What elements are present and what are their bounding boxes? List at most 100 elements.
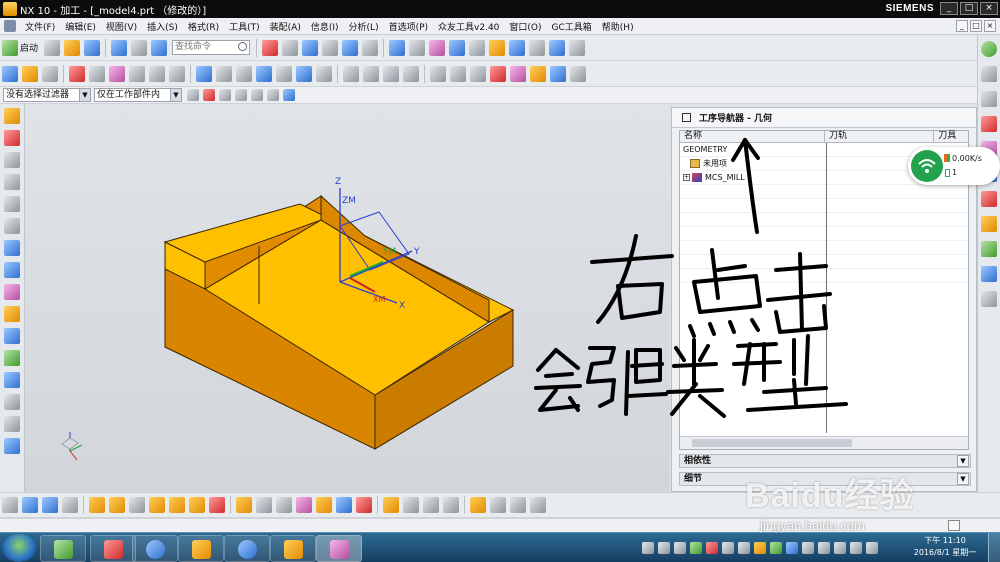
pan-icon[interactable] [282,39,299,56]
doc-close-button[interactable]: × [984,20,996,32]
taskbar-app-orange[interactable] [270,535,316,562]
delete-toolpath-icon[interactable] [149,65,165,82]
measure-angle-icon[interactable] [510,497,526,513]
operation-navigator-icon[interactable] [4,130,20,146]
selection-filter-icon[interactable] [2,497,18,513]
feature-navigator-icon[interactable] [981,191,997,207]
manufacturing-wizard-icon[interactable] [4,306,20,322]
tray-icon[interactable] [834,542,846,554]
assembly-navigator-icon[interactable] [4,152,20,168]
view-list-icon[interactable] [62,497,78,513]
revolve-icon[interactable] [209,497,225,513]
show-hide-icon[interactable] [469,39,486,56]
object-display-icon[interactable] [409,39,426,56]
column-toolpath[interactable]: 刀轨 [825,131,935,142]
pattern-icon[interactable] [336,497,352,513]
curve-icon[interactable] [149,497,165,513]
chevron-down-icon[interactable]: ▼ [957,455,969,467]
roles-icon[interactable] [4,240,20,256]
doc-minimize-button[interactable]: _ [956,20,968,32]
create-geometry-icon[interactable] [529,39,546,56]
verify-toolpath-icon[interactable] [109,65,125,82]
tray-icon[interactable] [642,542,654,554]
expand-icon[interactable]: + [683,174,690,181]
tray-icon[interactable] [722,542,734,554]
create-tool-icon[interactable] [509,39,526,56]
menu-view[interactable]: 视图(V) [101,20,142,33]
start-button-icon[interactable] [2,534,36,562]
add-point-icon[interactable] [129,497,145,513]
reuse-library-icon[interactable] [4,196,20,212]
generate-toolpath-icon[interactable] [69,65,85,82]
operation-navigator-tab-icon[interactable] [981,116,997,132]
layer-icon[interactable] [342,39,359,56]
menu-insert[interactable]: 插入(S) [142,20,183,33]
details-panel[interactable]: 细节 ▼ [679,472,971,486]
boolean-icon[interactable] [256,497,272,513]
edit-section-icon[interactable] [322,39,339,56]
resource-bar-badge-icon[interactable] [981,41,997,57]
network-speed-widget[interactable]: 0.00K/s 1 [908,147,1000,185]
taskbar-app-nx-launcher[interactable] [90,535,136,562]
sew-icon[interactable] [443,497,459,513]
extrude-icon[interactable] [189,497,205,513]
part-view-icon[interactable] [570,65,586,82]
doc-restore-button[interactable]: □ [970,20,982,32]
open-folder-icon[interactable] [64,39,81,56]
menu-info[interactable]: 信息(I) [306,20,344,33]
tray-icon[interactable] [658,542,670,554]
menu-assembly[interactable]: 装配(A) [265,20,306,33]
move-face-icon[interactable] [383,497,399,513]
save-icon[interactable] [84,39,101,56]
taskbar-clock[interactable]: 下午 11:10 2016/8/1 星期一 [912,535,978,559]
machine-tool-view-icon[interactable] [276,65,292,82]
transform-icon[interactable] [430,65,446,82]
chamfer-icon[interactable] [296,497,312,513]
general-selection-icon[interactable] [187,89,199,101]
mill-feature-icon[interactable] [510,65,526,82]
output-cls-icon[interactable] [236,65,252,82]
wave-link-icon[interactable] [470,497,486,513]
sidebar-icon[interactable] [4,438,20,454]
undo-icon[interactable] [111,39,128,56]
start-button-label[interactable]: 启动 [20,41,38,54]
create-method-icon[interactable] [549,39,566,56]
system-materials-icon[interactable] [4,262,20,278]
search-input[interactable]: 查找命令 [172,40,251,55]
process-studio-icon[interactable] [4,284,20,300]
column-tool[interactable]: 刀具 [934,131,968,142]
mirror-icon[interactable] [356,497,372,513]
replay-toolpath-icon[interactable] [89,65,105,82]
expression-icon[interactable] [530,497,546,513]
point-snap-icon[interactable] [267,89,279,101]
redo-icon[interactable] [131,39,148,56]
simulate-icon[interactable] [129,65,145,82]
replace-face-icon[interactable] [423,497,439,513]
menu-edit[interactable]: 编辑(E) [60,20,101,33]
type-filter-select[interactable]: 没有选择过滤器 ▼ [3,88,91,102]
graphics-window[interactable]: Z ZM YM Y XM X [25,104,670,492]
active-view-icon[interactable] [42,497,58,513]
check-icon[interactable] [550,65,566,82]
menu-window[interactable]: 窗口(O) [504,20,546,33]
create-operation-icon[interactable] [2,65,18,82]
show-desktop-button[interactable] [988,533,1000,562]
layers-icon[interactable] [4,416,20,432]
layer-settings-icon[interactable] [449,39,466,56]
chevron-down-icon[interactable]: ▼ [957,473,969,485]
display-icon[interactable] [470,65,486,82]
status-toggle-icon[interactable] [948,520,960,531]
pin-icon[interactable] [682,113,691,122]
taskbar-app-ie[interactable] [224,535,270,562]
dependencies-panel[interactable]: 相依性 ▼ [679,454,971,468]
tray-icon[interactable] [754,542,766,554]
deselect-icon[interactable] [251,89,263,101]
tray-icon[interactable] [818,542,830,554]
tool-library-icon[interactable] [42,65,58,82]
history-icon[interactable] [4,218,20,234]
wcs-icon[interactable] [389,39,406,56]
tray-icon[interactable] [770,542,782,554]
network-icon[interactable] [850,542,862,554]
start-icon[interactable] [2,39,18,56]
cutter-comp-icon[interactable] [363,65,379,82]
